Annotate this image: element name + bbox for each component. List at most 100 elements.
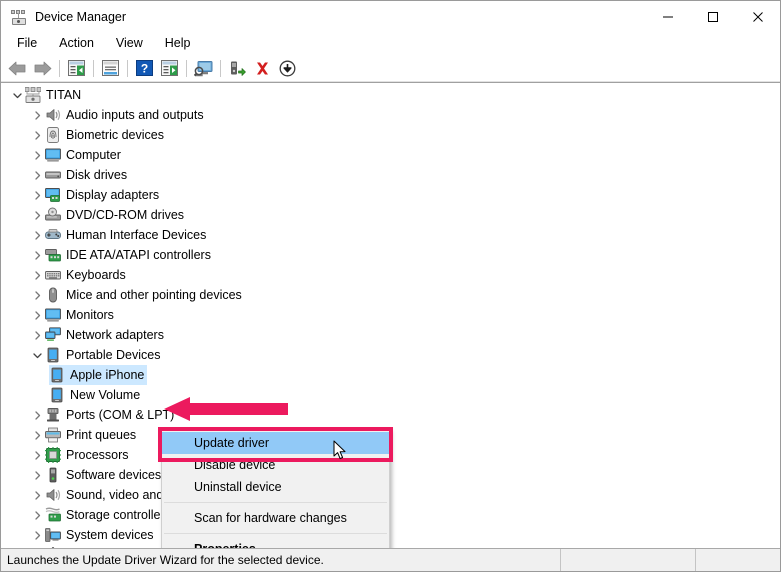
help-icon[interactable]: ?: [133, 57, 156, 80]
chevron-right-icon[interactable]: [29, 445, 45, 465]
chevron-right-icon[interactable]: [29, 285, 45, 305]
scan-for-hardware-changes-icon[interactable]: [192, 57, 215, 80]
toolbar-separator: [127, 59, 128, 77]
tree-row-dvd-cd-rom-drives[interactable]: DVD/CD-ROM drives: [1, 205, 780, 225]
chevron-down-icon[interactable]: [29, 345, 45, 365]
disable-device-icon[interactable]: [276, 57, 299, 80]
chevron-right-icon[interactable]: [29, 525, 45, 545]
menu-action[interactable]: Action: [48, 33, 105, 53]
tree-label: Apple iPhone: [70, 368, 145, 382]
menu-bar: File Action View Help: [1, 32, 780, 55]
tree-row-monitors[interactable]: Monitors: [1, 305, 780, 325]
context-menu-label: Scan for hardware changes: [194, 511, 347, 525]
uninstall-device-icon[interactable]: [251, 57, 274, 80]
tree-label: Network adapters: [66, 328, 164, 342]
status-bar: Launches the Update Driver Wizard for th…: [1, 548, 780, 571]
menu-help[interactable]: Help: [154, 33, 202, 53]
chevron-right-icon[interactable]: [29, 425, 45, 445]
chevron-right-icon[interactable]: [29, 325, 45, 345]
menu-view[interactable]: View: [105, 33, 154, 53]
port-icon: [45, 407, 61, 423]
chevron-right-icon[interactable]: [29, 305, 45, 325]
chevron-right-icon[interactable]: [29, 145, 45, 165]
chevron-right-icon[interactable]: [29, 125, 45, 145]
tree-row-network-adapters[interactable]: Network adapters: [1, 325, 780, 345]
chevron-right-icon[interactable]: [29, 265, 45, 285]
tree-row-print-queues[interactable]: Print queues: [1, 425, 780, 445]
context-menu: Update driver Disable device Uninstall d…: [161, 429, 390, 548]
context-menu-separator: [164, 533, 387, 534]
context-menu-item-disable-device[interactable]: Disable device: [162, 454, 389, 476]
chevron-right-icon[interactable]: [29, 545, 45, 548]
tree-row-audio-inputs-and-outputs[interactable]: Audio inputs and outputs: [1, 105, 780, 125]
minimize-icon[interactable]: [645, 1, 690, 32]
tree-row-mice-and-other-pointing-devices[interactable]: Mice and other pointing devices: [1, 285, 780, 305]
keyboard-icon: [45, 267, 61, 283]
context-menu-item-uninstall-device[interactable]: Uninstall device: [162, 476, 389, 498]
tree-row-biometric-devices[interactable]: Biometric devices: [1, 125, 780, 145]
printer-icon: [45, 427, 61, 443]
display-adapter-icon: [45, 187, 61, 203]
device-manager-icon: [11, 9, 27, 25]
tree-label: Storage controllers: [66, 508, 171, 522]
back-icon[interactable]: [6, 57, 29, 80]
chevron-right-icon[interactable]: [29, 405, 45, 425]
software-device-icon: [45, 467, 61, 483]
tree-row-new-volume[interactable]: New Volume: [1, 385, 780, 405]
tree-row-ide-ata-atapi-controllers[interactable]: IDE ATA/ATAPI controllers: [1, 245, 780, 265]
svg-text:?: ?: [141, 62, 148, 76]
network-adapter-icon: [45, 327, 61, 343]
tree-row-sound-video-and-game-controllers[interactable]: Sound, video and game controllers: [1, 485, 780, 505]
chevron-right-icon[interactable]: [29, 225, 45, 245]
context-menu-item-properties[interactable]: Properties: [162, 538, 389, 548]
chevron-right-icon[interactable]: [29, 465, 45, 485]
tree-row-root[interactable]: TITAN: [1, 85, 780, 105]
processor-icon: [45, 447, 61, 463]
device-tree-panel[interactable]: TITAN Audio inputs and outputs Biometric…: [1, 82, 780, 548]
chevron-right-icon[interactable]: [29, 485, 45, 505]
tree-row-universal-serial-bus-controllers[interactable]: Universal Serial Bus controllers: [1, 545, 780, 548]
tree-row-portable-devices[interactable]: Portable Devices: [1, 345, 780, 365]
status-pane-2: [561, 549, 696, 571]
context-menu-label: Disable device: [194, 458, 276, 472]
context-menu-label: Uninstall device: [194, 480, 282, 494]
ide-controller-icon: [45, 247, 61, 263]
show-action-pane-icon[interactable]: [158, 57, 181, 80]
context-menu-item-scan-for-hardware-changes[interactable]: Scan for hardware changes: [162, 507, 389, 529]
menu-file[interactable]: File: [6, 33, 48, 53]
chevron-right-icon[interactable]: [29, 245, 45, 265]
chevron-down-icon[interactable]: [9, 85, 25, 105]
tree-row-system-devices[interactable]: System devices: [1, 525, 780, 545]
tree-row-display-adapters[interactable]: Display adapters: [1, 185, 780, 205]
close-icon[interactable]: [735, 1, 780, 32]
computer-root-icon: [24, 87, 42, 103]
chevron-right-icon[interactable]: [29, 205, 45, 225]
forward-icon[interactable]: [31, 57, 54, 80]
tree-row-human-interface-devices[interactable]: Human Interface Devices: [1, 225, 780, 245]
maximize-icon[interactable]: [690, 1, 735, 32]
tree-row-computer[interactable]: Computer: [1, 145, 780, 165]
status-message: Launches the Update Driver Wizard for th…: [1, 549, 561, 571]
tree-row-software-devices[interactable]: Software devices: [1, 465, 780, 485]
properties-icon[interactable]: [99, 57, 122, 80]
chevron-right-icon[interactable]: [29, 165, 45, 185]
tree-row-ports[interactable]: Ports (COM & LPT): [1, 405, 780, 425]
show-hide-console-tree-icon[interactable]: [65, 57, 88, 80]
context-menu-item-update-driver[interactable]: Update driver: [162, 432, 389, 454]
chevron-right-icon[interactable]: [29, 105, 45, 125]
update-driver-icon[interactable]: [226, 57, 249, 80]
tree-label: Human Interface Devices: [66, 228, 207, 242]
tree-row-apple-iphone[interactable]: Apple iPhone: [1, 365, 780, 385]
tree-row-processors[interactable]: Processors: [1, 445, 780, 465]
optical-drive-icon: [45, 207, 61, 223]
chevron-right-icon[interactable]: [29, 185, 45, 205]
tree-row-keyboards[interactable]: Keyboards: [1, 265, 780, 285]
chevron-right-icon[interactable]: [29, 505, 45, 525]
tree-label: Mice and other pointing devices: [66, 288, 242, 302]
window-title: Device Manager: [35, 9, 127, 24]
tree-label: Display adapters: [66, 188, 160, 202]
window-controls: [645, 1, 780, 32]
tree-row-disk-drives[interactable]: Disk drives: [1, 165, 780, 185]
tree-row-storage-controllers[interactable]: Storage controllers: [1, 505, 780, 525]
context-menu-separator: [164, 502, 387, 503]
